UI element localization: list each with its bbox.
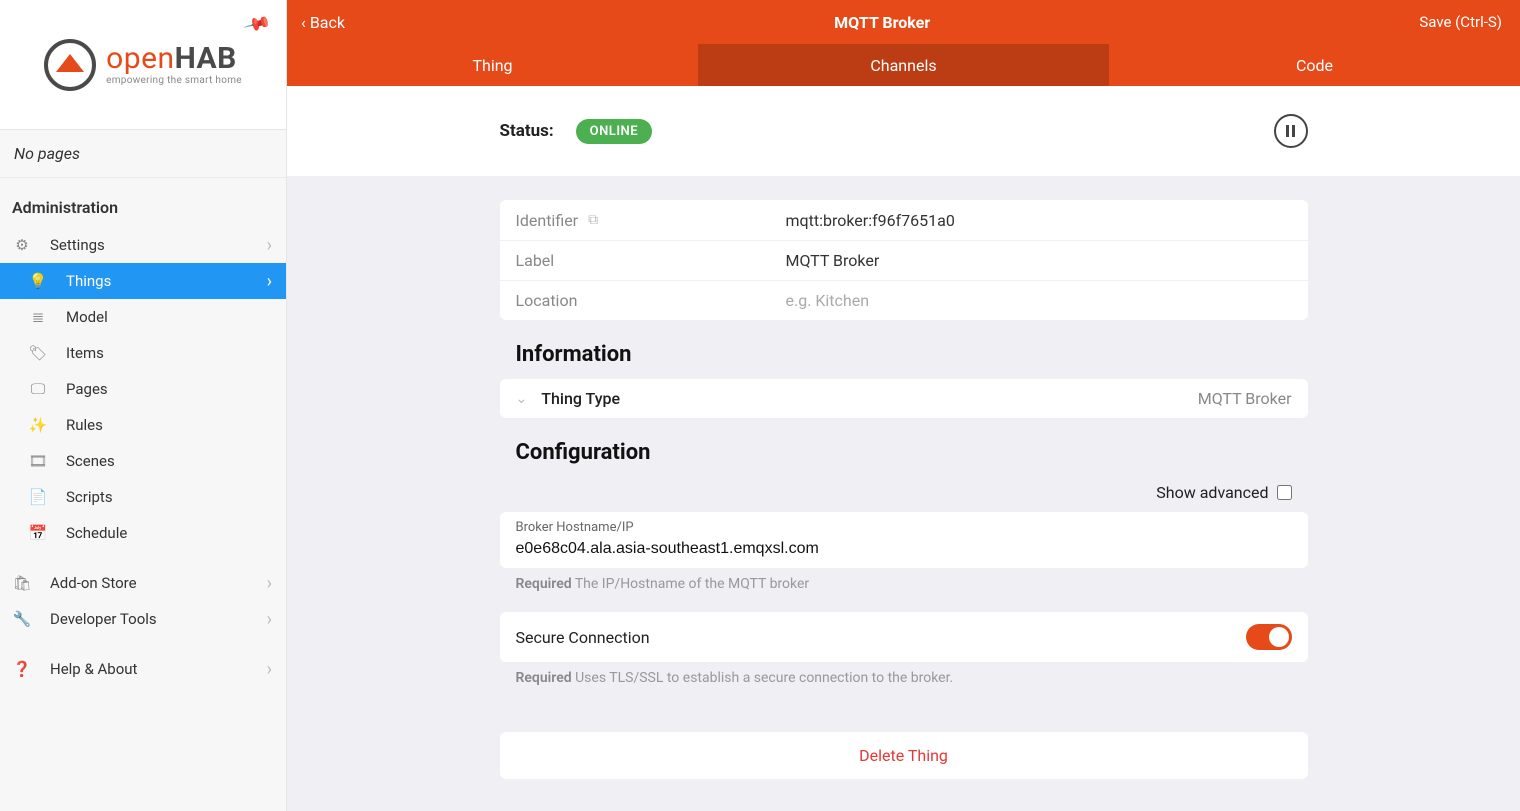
- information-header: Information: [516, 342, 1308, 367]
- no-pages-label: No pages: [0, 130, 286, 178]
- location-input[interactable]: e.g. Kitchen: [786, 291, 1292, 310]
- chevron-down-icon: ⌄: [516, 391, 528, 407]
- logo-suffix: HAB: [175, 41, 237, 76]
- sidebar-item-label: Things: [66, 272, 111, 290]
- tab-code[interactable]: Code: [1109, 44, 1520, 86]
- secure-connection-row: Secure Connection: [500, 612, 1308, 662]
- sidebar-item-label: Schedule: [66, 524, 127, 542]
- sidebar-item-things[interactable]: 💡 Things ›: [0, 263, 286, 299]
- admin-header: Administration: [0, 178, 286, 227]
- logo-text: openHAB empowering the smart home: [106, 44, 242, 86]
- hostname-label: Broker Hostname/IP: [516, 520, 1292, 535]
- thing-type-value: MQTT Broker: [1198, 389, 1292, 408]
- sidebar-item-scripts[interactable]: 📄 Scripts: [0, 479, 286, 515]
- identifier-label: Identifier: [516, 211, 579, 230]
- sidebar-item-label: Scripts: [66, 488, 113, 506]
- configuration-header: Configuration: [516, 440, 1308, 465]
- tabs: Thing Channels Code: [287, 44, 1520, 86]
- sidebar-item-label: Add-on Store: [50, 574, 137, 592]
- sidebar-item-developer-tools[interactable]: 🔧 Developer Tools ›: [0, 601, 286, 637]
- topbar: ‹ Back MQTT Broker Save (Ctrl-S) Thing C…: [287, 0, 1520, 86]
- sidebar-item-label: Settings: [50, 236, 105, 254]
- content-area: Status: ONLINE Identifier ⧉ mqtt:broker:…: [287, 86, 1520, 811]
- sidebar-item-scenes[interactable]: 🎞 Scenes: [0, 443, 286, 479]
- label-label: Label: [516, 251, 555, 270]
- show-advanced-checkbox[interactable]: [1277, 485, 1292, 500]
- sidebar-item-help-about[interactable]: ❓ Help & About ›: [0, 651, 286, 687]
- chevron-right-icon: ›: [267, 659, 272, 680]
- gear-icon: ⚙: [12, 236, 32, 254]
- sidebar-item-label: Model: [66, 308, 108, 326]
- save-button[interactable]: Save (Ctrl-S): [1419, 13, 1502, 31]
- status-badge: ONLINE: [576, 119, 652, 144]
- chevron-right-icon: ›: [267, 609, 272, 630]
- sidebar-item-label: Scenes: [66, 452, 115, 470]
- info-card: ⌄ Thing Type MQTT Broker: [500, 379, 1308, 418]
- sidebar-item-label: Items: [66, 344, 104, 362]
- chevron-right-icon: ›: [267, 573, 272, 594]
- secure-connection-toggle[interactable]: [1246, 624, 1292, 650]
- bulb-icon: 💡: [28, 272, 48, 290]
- hostname-input[interactable]: [516, 540, 1292, 558]
- document-icon: 📄: [28, 488, 48, 506]
- secure-required-tag: Required: [516, 670, 572, 686]
- hostname-required-tag: Required: [516, 576, 572, 592]
- sidebar-item-items[interactable]: 🏷 Items: [0, 335, 286, 371]
- tag-icon: 🏷: [28, 344, 48, 362]
- sidebar-item-addon-store[interactable]: 🛍 Add-on Store ›: [0, 565, 286, 601]
- status-bar: Status: ONLINE: [287, 86, 1520, 176]
- tab-thing[interactable]: Thing: [287, 44, 698, 86]
- sidebar-item-schedule[interactable]: 📅 Schedule: [0, 515, 286, 551]
- page-title: MQTT Broker: [834, 13, 930, 32]
- sidebar-item-model[interactable]: ≣ Model: [0, 299, 286, 335]
- identifier-value: mqtt:broker:f96f7651a0: [786, 211, 1292, 230]
- thing-type-row[interactable]: ⌄ Thing Type MQTT Broker: [500, 379, 1308, 418]
- logo-prefix: open: [106, 41, 174, 76]
- monitor-icon: 🖵: [28, 380, 48, 398]
- wrench-icon: 🔧: [12, 610, 32, 628]
- label-value[interactable]: MQTT Broker: [786, 251, 1292, 270]
- secure-help-text: Uses TLS/SSL to establish a secure conne…: [575, 670, 953, 686]
- pause-button[interactable]: [1274, 114, 1308, 148]
- chevron-right-icon: ›: [267, 235, 272, 256]
- secure-connection-label: Secure Connection: [516, 628, 650, 647]
- chevron-right-icon: ›: [267, 271, 272, 292]
- basic-card: Identifier ⧉ mqtt:broker:f96f7651a0 Labe…: [500, 200, 1308, 320]
- sidebar: 📌 openHAB empowering the smart home No p…: [0, 0, 287, 811]
- sidebar-item-settings[interactable]: ⚙ Settings ›: [0, 227, 286, 263]
- back-label: Back: [310, 13, 345, 32]
- tab-channels[interactable]: Channels: [698, 44, 1109, 86]
- bag-icon: 🛍: [12, 574, 32, 592]
- wand-icon: ✨: [28, 416, 48, 434]
- sidebar-item-pages[interactable]: 🖵 Pages: [0, 371, 286, 407]
- sidebar-item-label: Help & About: [50, 660, 137, 678]
- back-button[interactable]: ‹ Back: [301, 13, 345, 32]
- logo-tagline: empowering the smart home: [106, 76, 242, 86]
- logo-area: 📌 openHAB empowering the smart home: [0, 0, 286, 130]
- show-advanced-label: Show advanced: [1156, 483, 1268, 502]
- calendar-icon: 📅: [28, 524, 48, 542]
- main: ‹ Back MQTT Broker Save (Ctrl-S) Thing C…: [287, 0, 1520, 811]
- chevron-left-icon: ‹: [301, 13, 306, 32]
- help-icon: ❓: [12, 660, 32, 678]
- list-icon: ≣: [28, 308, 48, 326]
- sidebar-item-label: Developer Tools: [50, 610, 157, 628]
- thing-type-label: Thing Type: [541, 389, 1184, 408]
- logo-mark-icon: [44, 39, 96, 91]
- copy-icon[interactable]: ⧉: [588, 212, 598, 228]
- hostname-field: Broker Hostname/IP Required The IP/Hostn…: [500, 512, 1308, 592]
- sidebar-item-label: Pages: [66, 380, 108, 398]
- film-icon: 🎞: [28, 452, 48, 470]
- pin-icon[interactable]: 📌: [242, 10, 272, 39]
- status-label: Status:: [500, 121, 554, 141]
- location-label: Location: [516, 291, 578, 310]
- hostname-help-text: The IP/Hostname of the MQTT broker: [575, 576, 809, 592]
- sidebar-item-label: Rules: [66, 416, 103, 434]
- delete-thing-button[interactable]: Delete Thing: [500, 732, 1308, 779]
- sidebar-item-rules[interactable]: ✨ Rules: [0, 407, 286, 443]
